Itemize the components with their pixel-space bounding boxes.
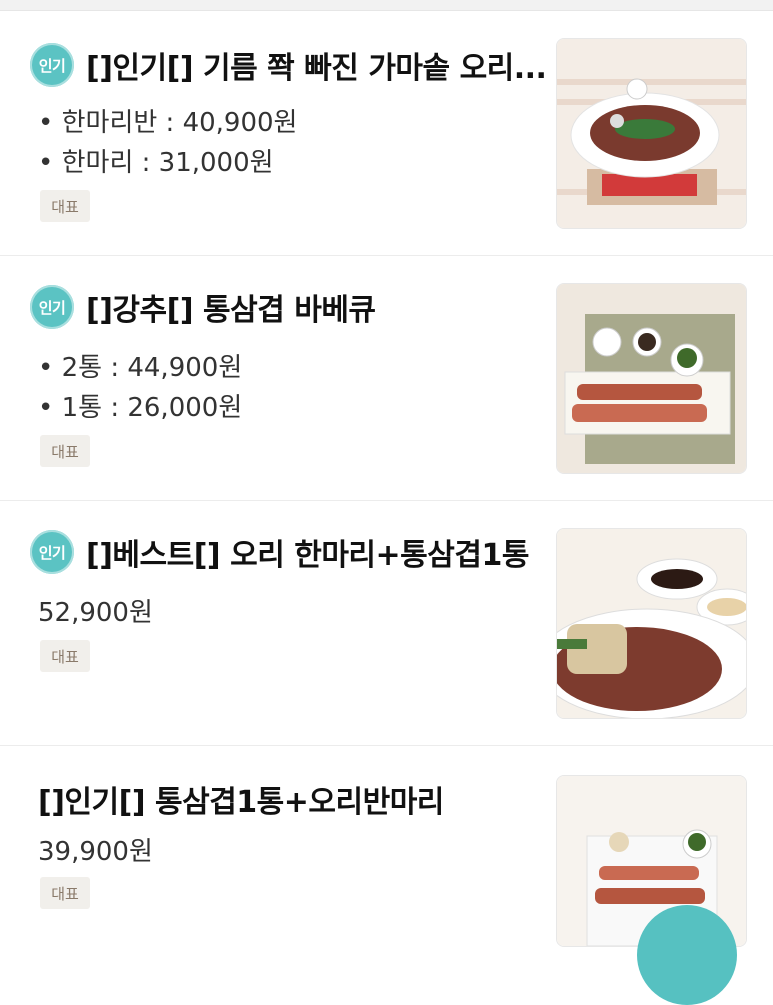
menu-item-title: 인기 []인기[] 기름 쫙 빠진 가마솥 오리... (30, 43, 547, 87)
menu-item-title-text: []인기[] 기름 쫙 빠진 가마솥 오리... (86, 51, 547, 86)
menu-item-price: 52,900원 (38, 598, 153, 628)
menu-item-price: 39,900원 (38, 837, 153, 867)
menu-item-price: • 한마리 : 31,000원 (38, 148, 274, 178)
menu-item-image[interactable] (556, 38, 747, 229)
menu-item-title-text: []베스트[] 오리 한마리+통삼겹1통 (86, 538, 529, 573)
menu-item-price: • 한마리반 : 40,900원 (38, 108, 298, 138)
menu-item[interactable]: 인기 []강추[] 통삼겹 바베큐 • 2통 : 44,900원 • 1통 : … (0, 255, 773, 501)
duck-pork-set-image (557, 529, 746, 718)
menu-item-image[interactable] (556, 283, 747, 474)
menu-item[interactable]: 인기 []베스트[] 오리 한마리+통삼겹1통 52,900원 대표 (0, 500, 773, 746)
menu-item[interactable]: 인기 []인기[] 기름 쫙 빠진 가마솥 오리... • 한마리반 : 40,… (0, 10, 773, 256)
representative-tag: 대표 (40, 190, 90, 222)
popular-badge: 인기 (30, 285, 74, 329)
popular-badge: 인기 (30, 43, 74, 87)
duck-platter-image (557, 39, 746, 228)
menu-item[interactable]: []인기[] 통삼겹1통+오리반마리 39,900원 대표 (0, 745, 773, 947)
menu-item-price: • 1통 : 26,000원 (38, 393, 243, 423)
menu-item-image[interactable] (556, 528, 747, 719)
floating-action-button[interactable] (637, 905, 737, 1005)
menu-item-price: • 2통 : 44,900원 (38, 353, 243, 383)
pork-bbq-image (557, 284, 746, 473)
menu-item-title-text: []인기[] 통삼겹1통+오리반마리 (38, 785, 444, 820)
menu-item-title: 인기 []강추[] 통삼겹 바베큐 (30, 285, 376, 329)
representative-tag: 대표 (40, 640, 90, 672)
menu-item-title-text: []강추[] 통삼겹 바베큐 (86, 293, 376, 328)
menu-item-title: 인기 []베스트[] 오리 한마리+통삼겹1통 (30, 530, 529, 574)
representative-tag: 대표 (40, 435, 90, 467)
menu-item-title: []인기[] 통삼겹1통+오리반마리 (38, 777, 444, 821)
popular-badge: 인기 (30, 530, 74, 574)
representative-tag: 대표 (40, 877, 90, 909)
